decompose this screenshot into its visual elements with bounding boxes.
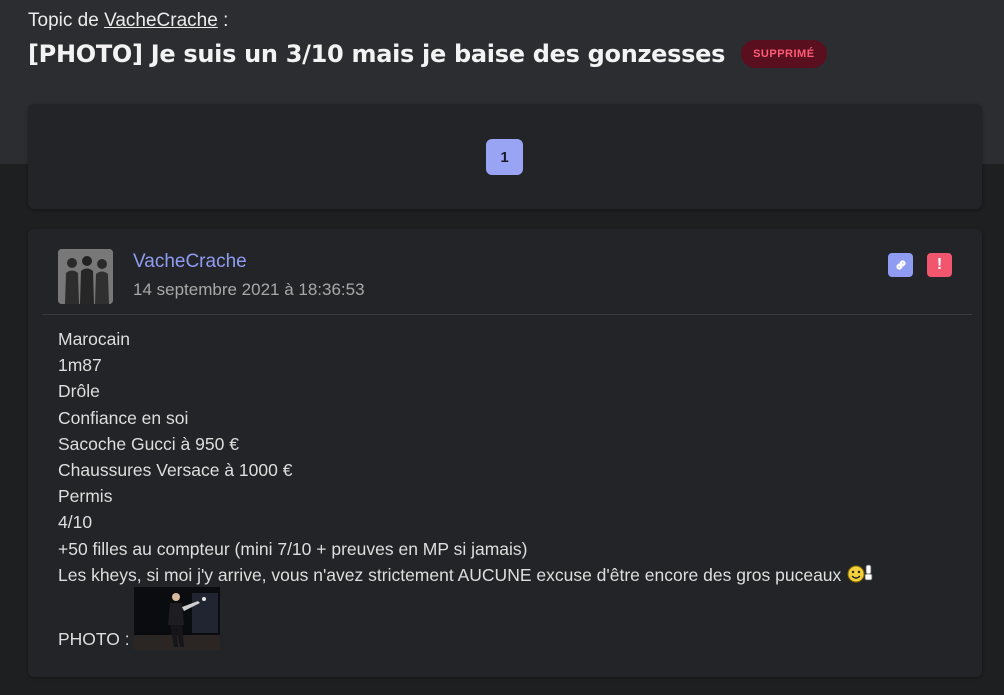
pagination-card: 1: [28, 104, 982, 209]
photo-label: PHOTO :: [58, 629, 130, 649]
post-card: VacheCrache 14 septembre 2021 à 18:36:53…: [28, 229, 982, 677]
post-body: Marocain 1m87 Drôle Confiance en soi Sac…: [58, 326, 875, 591]
post-line: 4/10: [58, 512, 93, 533]
photo-thumbnail[interactable]: [133, 587, 220, 650]
photo-row: PHOTO :: [58, 587, 220, 650]
link-icon: [895, 260, 906, 270]
topic-title: [PHOTO] Je suis un 3/10 mais je baise de…: [28, 40, 726, 68]
post-line: Permis: [58, 486, 113, 507]
exclamation-icon: !: [936, 256, 943, 273]
post-author[interactable]: VacheCrache: [133, 251, 247, 273]
post-line: +50 filles au compteur (mini 7/10 + preu…: [58, 538, 528, 559]
post-divider: [42, 314, 972, 315]
post-date: 14 septembre 2021 à 18:36:53: [133, 280, 365, 299]
title-row: [PHOTO] Je suis un 3/10 mais je baise de…: [28, 40, 827, 68]
report-button[interactable]: !: [927, 253, 952, 277]
post-line: Chaussures Versace à 1000 €: [58, 460, 293, 481]
deleted-badge: SUPPRIMÉ: [741, 40, 827, 68]
avatar[interactable]: [58, 249, 113, 304]
post-line: Sacoche Gucci à 950 €: [58, 433, 239, 454]
topic-author-link[interactable]: VacheCrache: [104, 10, 218, 31]
topic-suffix: :: [223, 10, 229, 31]
post-line: Les kheys, si moi j'y arrive, vous n'ave…: [58, 565, 842, 586]
topic-author-line: Topic de VacheCrache :: [28, 10, 228, 32]
topic-prefix: Topic de: [28, 10, 99, 31]
post-line: Confiance en soi: [58, 407, 189, 428]
page-button-1[interactable]: 1: [486, 139, 523, 175]
post-line: Drôle: [58, 381, 100, 402]
post-line: 1m87: [58, 355, 102, 376]
permalink-button[interactable]: [888, 253, 913, 277]
post-line: Marocain: [58, 329, 130, 349]
smiley-thumbsup-icon: [845, 562, 875, 591]
